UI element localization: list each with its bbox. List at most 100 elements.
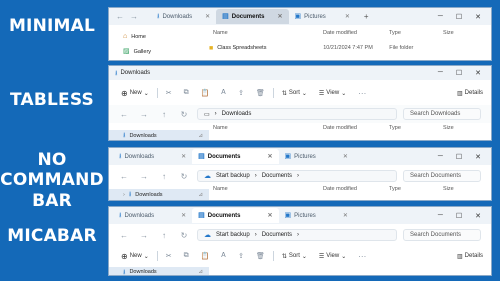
maximize-icon[interactable]: ☐ — [456, 153, 462, 161]
column-type[interactable]: Type — [389, 186, 443, 192]
back-icon[interactable]: ← — [117, 231, 131, 240]
address-bar[interactable]: ▭ › Downloads — [197, 108, 397, 120]
refresh-icon[interactable]: ↻ — [177, 110, 191, 119]
more-icon[interactable]: ··· — [352, 252, 372, 261]
maximize-icon[interactable]: ☐ — [456, 69, 462, 77]
sidebar-item-downloads[interactable]: ⭳ Downloads ⊿ — [109, 130, 209, 140]
address-text: Downloads — [221, 111, 252, 117]
column-size[interactable]: Size — [443, 186, 454, 192]
minimize-icon[interactable]: ─ — [438, 153, 443, 161]
forward-icon[interactable]: → — [137, 231, 151, 240]
share-icon[interactable]: ⇪ — [232, 252, 250, 260]
minimize-icon[interactable]: ─ — [438, 69, 443, 77]
close-tab-icon[interactable]: ✕ — [343, 212, 348, 219]
forward-icon[interactable]: → — [127, 12, 141, 21]
up-icon[interactable]: ↑ — [157, 231, 171, 240]
forward-icon[interactable]: → — [137, 110, 151, 119]
maximize-icon[interactable]: ☐ — [456, 13, 462, 21]
minimize-icon[interactable]: ─ — [438, 212, 443, 220]
close-icon[interactable]: ✕ — [475, 13, 481, 21]
up-icon[interactable]: ↑ — [157, 172, 171, 181]
sidebar-item-downloads[interactable]: ⭳ Downloads ⊿ — [109, 267, 209, 276]
cut-icon[interactable]: ✂ — [160, 252, 178, 260]
close-tab-icon[interactable]: ✕ — [267, 153, 272, 160]
copy-icon[interactable]: ⧉ — [178, 252, 195, 260]
tab-documents[interactable]: ▤ Documents ✕ — [192, 149, 279, 164]
rename-icon[interactable]: Ꭺ — [215, 252, 232, 260]
forward-icon[interactable]: → — [137, 172, 151, 181]
sort-button[interactable]: ⇅ Sort ⌄ — [276, 90, 313, 97]
back-icon[interactable]: ← — [113, 12, 127, 21]
tab-documents[interactable]: ▤ Documents ✕ — [216, 9, 289, 24]
column-size[interactable]: Size — [443, 30, 454, 36]
close-icon[interactable]: ✕ — [475, 153, 481, 161]
column-name[interactable]: Name — [213, 30, 323, 36]
cut-icon[interactable]: ✂ — [160, 89, 178, 97]
refresh-icon[interactable]: ↻ — [177, 231, 191, 240]
address-bar[interactable]: ☁ Start backup › Documents › — [197, 170, 397, 182]
download-icon: ⭳ — [123, 268, 126, 276]
start-backup-link[interactable]: Start backup — [216, 232, 250, 238]
column-type[interactable]: Type — [389, 30, 443, 36]
tab-downloads[interactable]: ⭳ Downloads ✕ — [113, 209, 192, 223]
sidebar-item-home[interactable]: ⌂ Home — [109, 31, 209, 42]
close-tab-icon[interactable]: ✕ — [277, 13, 282, 20]
paste-icon[interactable]: 📋 — [195, 252, 216, 260]
search-input[interactable]: Search Documents — [403, 229, 481, 241]
sidebar-item-downloads[interactable]: › ⭳ Downloads ⊿ — [109, 189, 209, 200]
column-date[interactable]: Date modified — [323, 30, 389, 36]
tab-pictures[interactable]: ▣ Pictures ✕ — [279, 150, 354, 164]
close-tab-icon[interactable]: ✕ — [343, 153, 348, 160]
close-icon[interactable]: ✕ — [475, 69, 481, 77]
start-backup-link[interactable]: Start backup — [216, 173, 250, 179]
new-button[interactable]: ⊕ New ⌄ — [115, 89, 155, 98]
column-date[interactable]: Date modified — [323, 125, 389, 131]
rename-icon[interactable]: Ꭺ — [215, 89, 232, 97]
file-row[interactable]: ■ Class Spreadsheets 10/21/2024 7:47 PM … — [109, 42, 491, 54]
tab-label: Documents — [207, 153, 241, 160]
new-button[interactable]: ⊕ New ⌄ — [115, 252, 155, 261]
search-input[interactable]: Search Downloads — [403, 108, 481, 120]
view-button[interactable]: ☰ View ⌄ — [313, 253, 352, 260]
address-bar[interactable]: ☁ Start backup › Documents › — [197, 229, 397, 241]
copy-icon[interactable]: ⧉ — [178, 89, 195, 97]
tab-pictures[interactable]: ▣ Pictures ✕ — [279, 209, 354, 223]
column-type[interactable]: Type — [389, 125, 443, 131]
tab-downloads[interactable]: ⭳ Downloads ✕ — [113, 150, 192, 164]
search-input[interactable]: Search Documents — [403, 170, 481, 182]
tab-pictures[interactable]: ▣ Pictures ✕ — [289, 10, 356, 24]
sort-button[interactable]: ⇅ Sort ⌄ — [276, 253, 313, 260]
more-icon[interactable]: ··· — [352, 89, 372, 98]
close-tab-icon[interactable]: ✕ — [205, 13, 210, 20]
new-tab-icon[interactable]: + — [364, 12, 369, 21]
view-button[interactable]: ☰ View ⌄ — [313, 90, 352, 97]
close-tab-icon[interactable]: ✕ — [267, 212, 272, 219]
plus-icon: ⊕ — [121, 251, 128, 261]
column-name[interactable]: Name — [213, 125, 323, 131]
back-icon[interactable]: ← — [117, 110, 131, 119]
chevron-down-icon: ⌄ — [301, 90, 307, 97]
column-size[interactable]: Size — [443, 125, 454, 131]
close-tab-icon[interactable]: ✕ — [181, 153, 186, 160]
view-icon: ☰ — [318, 253, 325, 260]
back-icon[interactable]: ← — [117, 172, 131, 181]
close-tab-icon[interactable]: ✕ — [181, 212, 186, 219]
tab-documents[interactable]: ▤ Documents ✕ — [192, 208, 279, 223]
column-name[interactable]: Name — [213, 186, 323, 192]
maximize-icon[interactable]: ☐ — [456, 212, 462, 220]
delete-icon[interactable]: 🗑 — [250, 89, 271, 97]
paste-icon[interactable]: 📋 — [195, 89, 216, 97]
close-icon[interactable]: ✕ — [475, 212, 481, 220]
tab-downloads[interactable]: ⭳ Downloads ✕ — [151, 10, 216, 24]
up-icon[interactable]: ↑ — [157, 110, 171, 119]
details-button[interactable]: ▥ Details — [451, 253, 491, 260]
refresh-icon[interactable]: ↻ — [177, 172, 191, 181]
details-button[interactable]: ▥ Details — [451, 90, 491, 97]
share-icon[interactable]: ⇪ — [232, 89, 250, 97]
delete-icon[interactable]: 🗑 — [250, 252, 271, 260]
window-no-command-bar: ⭳ Downloads ✕ ▤ Documents ✕ ▣ Pictures ✕ ─ ☐ ✕ ←… — [108, 147, 492, 201]
minimize-icon[interactable]: ─ — [438, 13, 443, 21]
tab-row: ⭳ Downloads ✕ ▤ Documents ✕ ▣ Pictures ✕ ─ ☐ ✕ — [109, 148, 491, 165]
close-tab-icon[interactable]: ✕ — [345, 13, 350, 20]
column-date[interactable]: Date modified — [323, 186, 389, 192]
